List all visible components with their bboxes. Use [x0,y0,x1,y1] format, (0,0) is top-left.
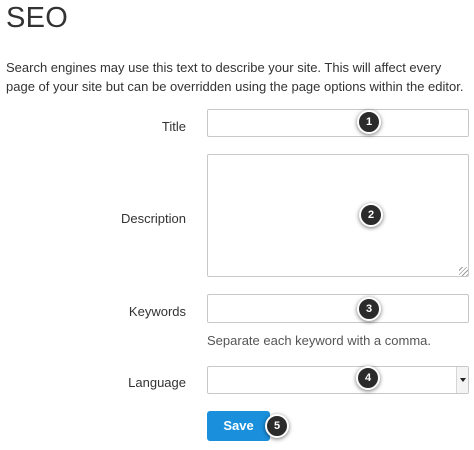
callout-badge-3: 3 [357,297,381,321]
section-description: Search engines may use this text to desc… [6,60,464,94]
description-label: Description [120,211,186,226]
callout-badge-2: 2 [359,203,383,227]
page-title: SEO [6,2,69,34]
keywords-input[interactable] [207,294,469,323]
description-textarea[interactable] [207,154,469,277]
keywords-label: Keywords [128,304,186,319]
save-button[interactable]: Save [207,411,270,441]
resize-handle-icon[interactable] [459,267,468,276]
language-label: Language [128,375,186,390]
title-input[interactable] [207,109,469,137]
title-label: Title [161,119,186,134]
callout-badge-4: 4 [356,366,380,390]
keywords-help-text: Separate each keyword with a comma. [207,333,431,348]
callout-badge-5: 5 [265,414,289,438]
language-select[interactable] [207,366,469,394]
seo-settings-page: SEO Search engines may use this text to … [0,0,474,450]
callout-badge-1: 1 [357,110,381,134]
chevron-down-icon[interactable] [456,367,468,393]
